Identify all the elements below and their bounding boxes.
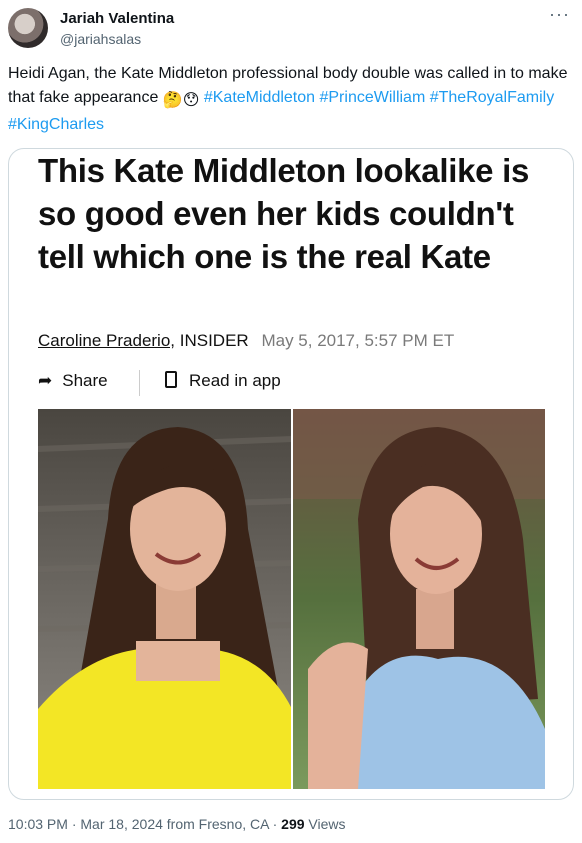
article-headline: This Kate Middleton lookalike is so good… — [38, 152, 529, 275]
comparison-photo — [38, 409, 545, 789]
tweet-text: Heidi Agan, the Kate Middleton professio… — [8, 62, 568, 137]
media-card[interactable]: This Kate Middleton lookalike is so good… — [8, 148, 574, 800]
views-count: 299 — [281, 816, 305, 832]
hashtag-link[interactable]: #KingCharles — [8, 116, 104, 133]
user-handle[interactable]: @jariahsalas — [60, 31, 141, 47]
read-in-app-label: Read in app — [189, 371, 281, 390]
share-button: ➦ Share — [38, 371, 108, 391]
user-name[interactable]: Jariah Valentina — [60, 10, 174, 27]
tweet-footer: 10:03 PM · Mar 18, 2024 from Fresno, CA … — [8, 816, 346, 832]
tweet-date[interactable]: Mar 18, 2024 — [80, 816, 163, 832]
hashtag-link[interactable]: #PrinceWilliam — [319, 89, 425, 106]
avatar[interactable] — [8, 8, 48, 48]
tweet-header: Jariah Valentina @jariahsalas ··· — [0, 0, 582, 60]
surprised-emoji: 😯 — [182, 92, 200, 109]
read-in-app-button: Read in app — [165, 371, 281, 391]
divider — [139, 370, 140, 396]
thinking-emoji: 🤔 — [162, 92, 183, 109]
tweet-time[interactable]: 10:03 PM — [8, 816, 68, 832]
article-author: Caroline Praderio, — [38, 331, 176, 350]
photo-illustration — [38, 409, 545, 789]
tweet-location: from Fresno, CA — [166, 816, 269, 832]
more-dots-icon[interactable]: ··· — [549, 4, 570, 25]
article-publication: INSIDER — [179, 331, 249, 350]
article-date: May 5, 2017, 5:57 PM ET — [261, 331, 455, 350]
share-arrow-icon: ➦ — [38, 371, 53, 390]
article-byline: Caroline Praderio, INSIDER May 5, 2017, … — [38, 331, 454, 351]
phone-icon — [165, 371, 177, 388]
share-label: Share — [62, 371, 108, 390]
hashtag-link[interactable]: #TheRoyalFamily — [430, 89, 554, 106]
views-label: Views — [308, 816, 346, 832]
hashtag-link[interactable]: #KateMiddleton — [204, 89, 315, 106]
